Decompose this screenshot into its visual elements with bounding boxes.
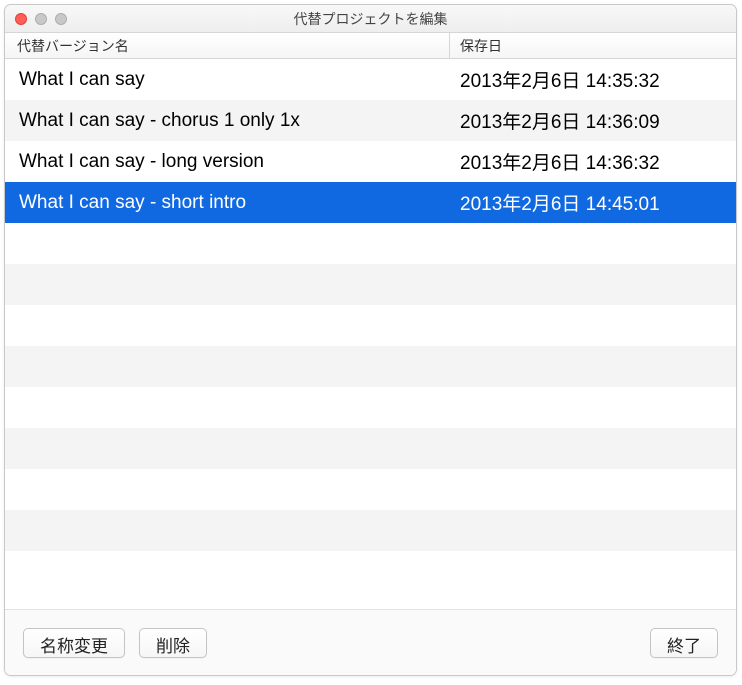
cell-name: What I can say - short intro [5, 192, 450, 214]
table-body: What I can say2013年2月6日 14:35:32What I c… [5, 59, 736, 609]
table-row[interactable]: What I can say2013年2月6日 14:35:32 [5, 59, 736, 100]
maximize-icon [55, 13, 67, 25]
table-row [5, 469, 736, 510]
cell-date: 2013年2月6日 14:36:32 [450, 148, 736, 175]
delete-button[interactable]: 削除 [139, 628, 207, 658]
table-row [5, 346, 736, 387]
cell-date: 2013年2月6日 14:45:01 [450, 189, 736, 216]
cell-name: What I can say - long version [5, 151, 450, 173]
cell-name: What I can say - chorus 1 only 1x [5, 110, 450, 132]
table-row [5, 510, 736, 551]
table-row [5, 551, 736, 592]
cell-date: 2013年2月6日 14:35:32 [450, 66, 736, 93]
table-row [5, 387, 736, 428]
window-title: 代替プロジェクトを編集 [5, 9, 736, 29]
table-row [5, 264, 736, 305]
cell-name: What I can say [5, 69, 450, 91]
column-header-date[interactable]: 保存日 [450, 33, 736, 58]
table-header: 代替バージョン名 保存日 [5, 33, 736, 59]
rename-button[interactable]: 名称変更 [23, 628, 125, 658]
close-icon[interactable] [15, 13, 27, 25]
footer: 名称変更 削除 終了 [5, 609, 736, 675]
table-row[interactable]: What I can say - short intro2013年2月6日 14… [5, 182, 736, 223]
column-header-name[interactable]: 代替バージョン名 [5, 33, 450, 58]
minimize-icon [35, 13, 47, 25]
dialog-window: 代替プロジェクトを編集 代替バージョン名 保存日 What I can say2… [4, 4, 737, 676]
titlebar: 代替プロジェクトを編集 [5, 5, 736, 33]
table-row[interactable]: What I can say - long version2013年2月6日 1… [5, 141, 736, 182]
cell-date: 2013年2月6日 14:36:09 [450, 107, 736, 134]
done-button[interactable]: 終了 [650, 628, 718, 658]
table-row[interactable]: What I can say - chorus 1 only 1x2013年2月… [5, 100, 736, 141]
table-row [5, 305, 736, 346]
traffic-lights [5, 13, 67, 25]
table-row [5, 428, 736, 469]
table-row [5, 223, 736, 264]
